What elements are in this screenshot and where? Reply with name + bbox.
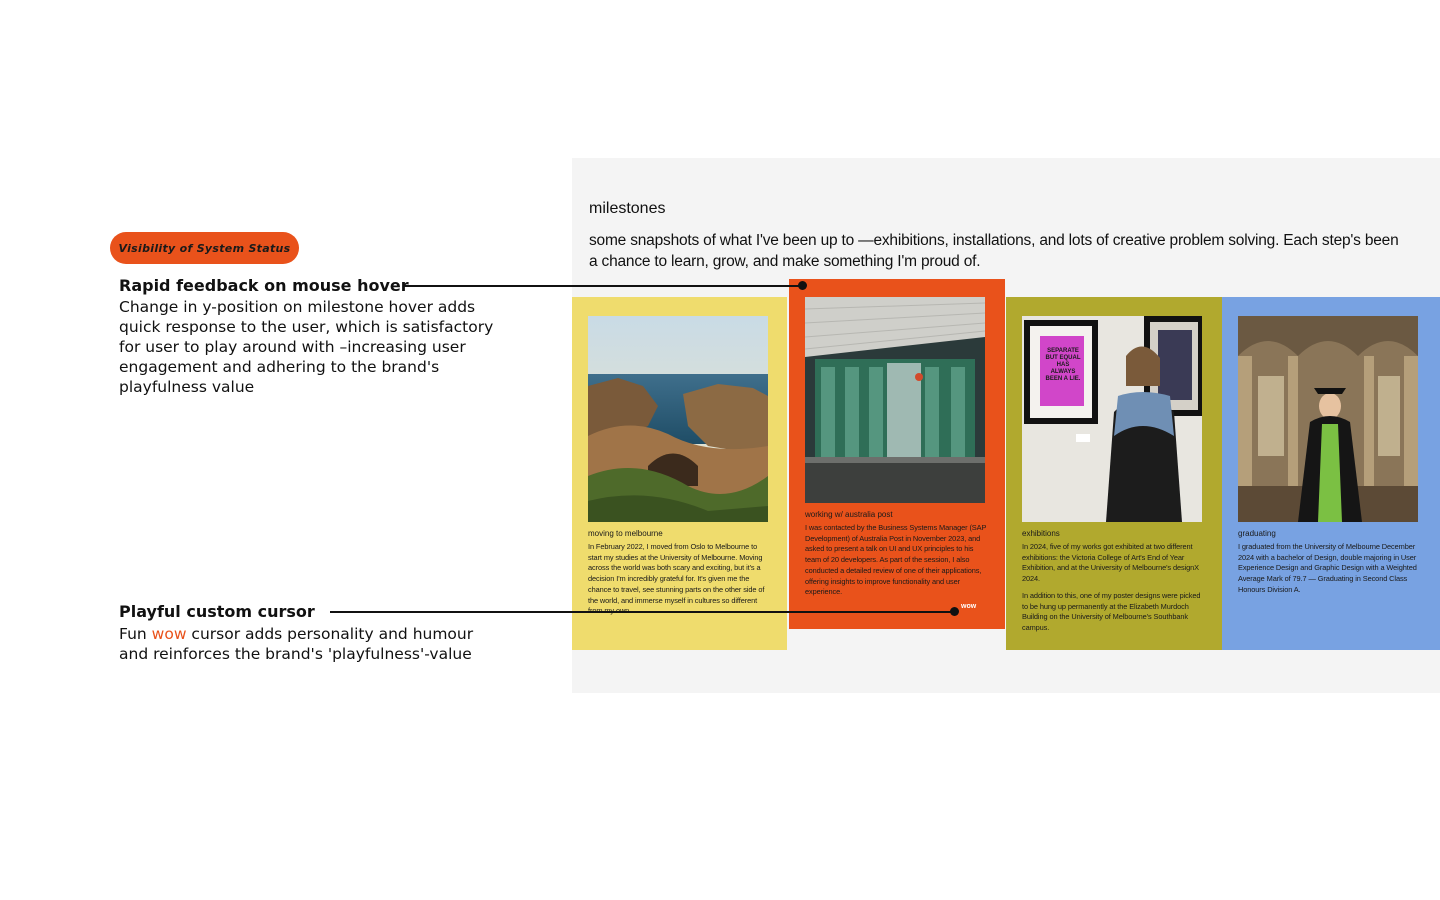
cursor-note-accent: wow bbox=[151, 625, 187, 643]
coastal-cliffs-photo bbox=[588, 316, 768, 522]
milestones-heading: milestones bbox=[589, 200, 666, 217]
milestone-card-australia-post[interactable]: working w/ australia post I was contacte… bbox=[789, 279, 1005, 629]
cursor-note-title: Playful custom cursor bbox=[119, 602, 315, 621]
card-label: working w/ australia post bbox=[805, 510, 893, 519]
hover-leader-dot bbox=[798, 281, 807, 290]
cursor-note-text-start: Fun bbox=[119, 625, 152, 643]
cursor-leader-dot bbox=[950, 607, 959, 616]
card-label: graduating bbox=[1238, 529, 1276, 538]
exhibition-photo: SEPARATE BUT EQUAL HAS ALWAYS BEEN A LIE… bbox=[1022, 316, 1202, 522]
office-lobby-photo bbox=[805, 297, 985, 503]
hover-leader-line bbox=[404, 285, 802, 287]
milestones-intro: some snapshots of what I've been up to —… bbox=[589, 232, 1399, 270]
card-description: In 2024, five of my works got exhibited … bbox=[1022, 542, 1204, 634]
card-paragraph: I was contacted by the Business Systems … bbox=[805, 523, 987, 597]
milestone-card-melbourne[interactable]: moving to melbourne In February 2022, I … bbox=[572, 297, 787, 650]
badge-label: Visibility of System Status bbox=[118, 241, 291, 255]
graduation-photo bbox=[1238, 316, 1418, 522]
visibility-of-system-status-badge: Visibility of System Status bbox=[110, 232, 299, 264]
card-description: In February 2022, I moved from Oslo to M… bbox=[588, 542, 770, 617]
card-label: moving to melbourne bbox=[588, 529, 663, 538]
card-paragraph: In February 2022, I moved from Oslo to M… bbox=[588, 542, 765, 615]
card-paragraph: In addition to this, one of my poster de… bbox=[1022, 590, 1201, 632]
cursor-leader-line bbox=[330, 611, 954, 613]
hover-note-body: Change in y-position on milestone hover … bbox=[119, 298, 494, 396]
wow-cursor: wow bbox=[961, 603, 977, 610]
card-description: I graduated from the University of Melbo… bbox=[1238, 542, 1420, 596]
card-description: I was contacted by the Business Systems … bbox=[805, 523, 987, 598]
milestone-card-graduating[interactable]: graduating I graduated from the Universi… bbox=[1222, 297, 1440, 650]
poster-text: SEPARATE BUT EQUAL HAS ALWAYS BEEN A LIE… bbox=[1045, 348, 1081, 382]
card-paragraph: In 2024, five of my works got exhibited … bbox=[1022, 542, 1199, 584]
card-paragraph: I graduated from the University of Melbo… bbox=[1238, 542, 1417, 594]
hover-note-title: Rapid feedback on mouse hover bbox=[119, 276, 409, 295]
card-label: exhibitions bbox=[1022, 529, 1060, 538]
cursor-note-body: Fun wow cursor adds personality and humo… bbox=[119, 624, 499, 664]
milestone-card-exhibitions[interactable]: SEPARATE BUT EQUAL HAS ALWAYS BEEN A LIE… bbox=[1006, 297, 1222, 650]
